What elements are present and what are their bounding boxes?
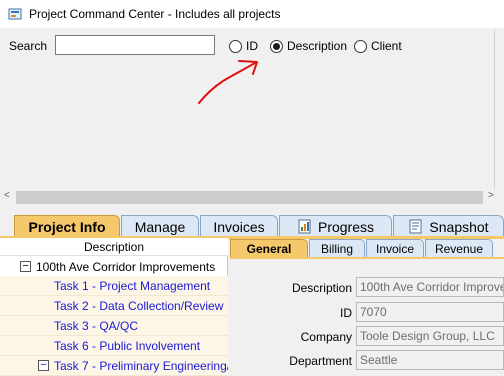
- search-label: Search: [9, 39, 48, 53]
- scroll-left-icon[interactable]: <: [4, 190, 10, 201]
- radio-id[interactable]: ID: [229, 39, 258, 53]
- tree-row-task[interactable]: Task 6 - Public Involvement: [0, 336, 228, 356]
- radio-description-label: Description: [287, 39, 348, 53]
- tree-row-label: Task 1 - Project Management: [54, 279, 211, 293]
- tree-header-description[interactable]: Description: [0, 238, 228, 256]
- tab-project-info[interactable]: Project Info: [14, 215, 120, 237]
- description-field[interactable]: 100th Ave Corridor Improvements: [356, 277, 504, 297]
- radio-client-label: Client: [371, 39, 402, 53]
- search-input[interactable]: [55, 35, 215, 55]
- subtab-general-label: General: [246, 242, 292, 256]
- radio-id-indicator[interactable]: [229, 39, 242, 53]
- horizontal-scrollbar[interactable]: < >: [0, 189, 504, 206]
- subtab-invoice[interactable]: Invoice: [366, 239, 424, 258]
- tab-project-info-label: Project Info: [28, 218, 106, 235]
- radio-id-label: ID: [246, 39, 258, 53]
- scroll-right-icon[interactable]: >: [488, 190, 494, 201]
- tree-row-label: Task 3 - QA/QC: [54, 319, 139, 333]
- tree-row-label: 100th Ave Corridor Improvements: [36, 260, 216, 274]
- subtab-billing-label: Billing: [320, 242, 353, 256]
- app-icon: [8, 8, 22, 20]
- subtab-revenue-label: Revenue: [434, 242, 484, 256]
- tab-invoices[interactable]: Invoices: [200, 215, 278, 237]
- id-label: ID: [340, 306, 352, 320]
- sub-tab-bar: General Billing Invoice Revenue: [230, 239, 504, 258]
- annotation-arrow: [198, 60, 258, 104]
- radio-description[interactable]: Description: [270, 39, 347, 53]
- tab-manage-label: Manage: [134, 218, 186, 235]
- subtab-general[interactable]: General: [230, 239, 308, 258]
- sub-tab-underline: [230, 257, 504, 259]
- radio-description-indicator[interactable]: [270, 39, 283, 53]
- tab-invoices-label: Invoices: [213, 218, 265, 235]
- department-field[interactable]: Seattle: [356, 350, 504, 370]
- subtab-invoice-label: Invoice: [375, 242, 415, 256]
- tree-row-task[interactable]: − Task 7 - Preliminary Engineering/A: [0, 356, 228, 376]
- tab-snapshot-label: Snapshot: [429, 218, 489, 235]
- tab-manage[interactable]: Manage: [121, 215, 199, 237]
- scroll-thumb[interactable]: [16, 191, 483, 204]
- snapshot-icon: [409, 219, 422, 234]
- company-field[interactable]: Toole Design Group, LLC: [356, 326, 504, 346]
- radio-client[interactable]: Client: [354, 39, 402, 53]
- progress-icon: [298, 219, 311, 234]
- company-label: Company: [300, 330, 352, 344]
- tab-progress[interactable]: Progress: [279, 215, 392, 237]
- collapse-toggle-icon[interactable]: −: [38, 360, 49, 371]
- id-field[interactable]: 7070: [356, 302, 504, 322]
- tree-row-project[interactable]: − 100th Ave Corridor Improvements: [0, 257, 228, 277]
- tab-progress-label: Progress: [317, 218, 375, 235]
- window-title: Project Command Center - Includes all pr…: [29, 7, 281, 21]
- tree-row-label: Task 6 - Public Involvement: [54, 339, 201, 353]
- subtab-revenue[interactable]: Revenue: [425, 239, 493, 258]
- collapse-toggle-icon[interactable]: −: [20, 261, 31, 272]
- tab-snapshot[interactable]: Snapshot: [393, 215, 504, 237]
- subtab-billing[interactable]: Billing: [309, 239, 365, 258]
- tree-row-label: Task 2 - Data Collection/Review: [54, 299, 224, 313]
- tree-row-task[interactable]: Task 3 - QA/QC: [0, 316, 228, 336]
- tree-row-task[interactable]: Task 2 - Data Collection/Review: [0, 296, 228, 316]
- panel-divider: [494, 29, 495, 207]
- project-tree[interactable]: Description − 100th Ave Corridor Improve…: [0, 238, 228, 376]
- description-label: Description: [291, 281, 352, 295]
- tree-row-task[interactable]: Task 1 - Project Management: [0, 276, 228, 296]
- department-label: Department: [289, 354, 352, 368]
- radio-client-indicator[interactable]: [354, 39, 367, 53]
- title-bar: Project Command Center - Includes all pr…: [0, 0, 504, 28]
- tree-row-label: Task 7 - Preliminary Engineering/A: [54, 359, 228, 373]
- main-tab-bar: Project Info Manage Invoices Progress Sn…: [0, 215, 504, 237]
